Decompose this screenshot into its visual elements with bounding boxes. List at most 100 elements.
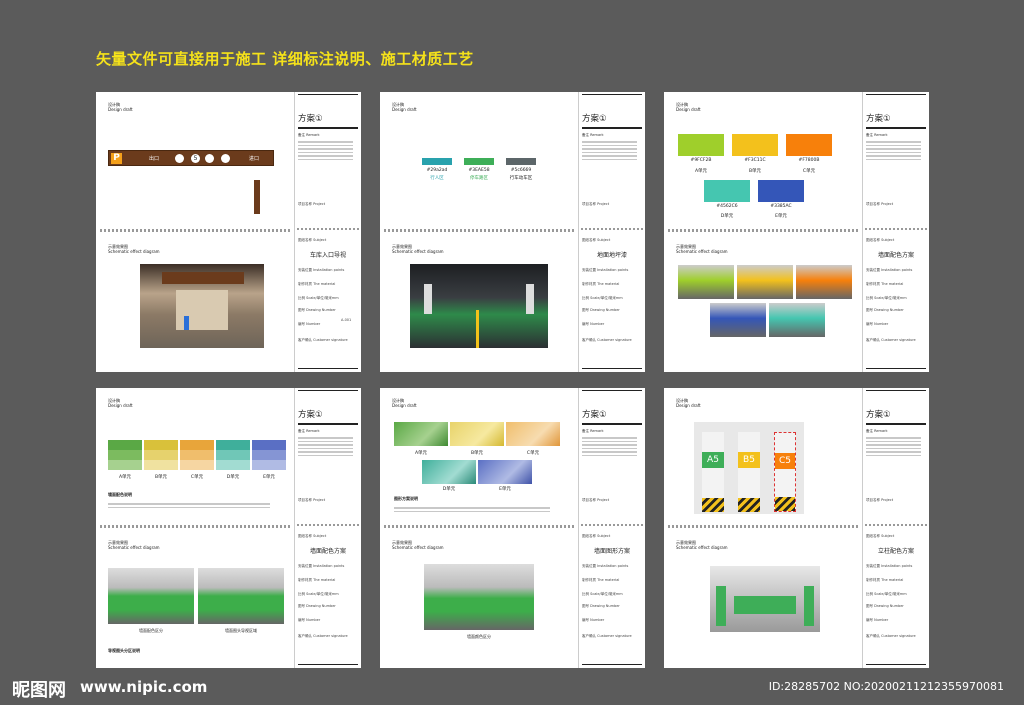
swatch-hex: #29a2ad [426,168,448,173]
remark-label: 备注 Remark [866,429,888,433]
drawing-number-label: 图号 Drawing Number [298,308,336,312]
signature-label: 客户确认 Customer signature [298,634,348,638]
parking-p-icon: P [111,153,122,164]
subject-label: 图纸名称 Subject [298,534,327,538]
pillar-c: C5 [774,432,796,512]
material-label: 制作材质 The material [298,578,336,582]
watermark-id: ID:28285702 NO:20200211212355970081 [768,680,1004,693]
plan-title: 方案① [866,112,926,129]
bottom-note: 导视图头分区说明 [108,648,140,653]
install-label: 安装位置 Installation points [582,564,629,568]
schematic-en: Schematic effect diagram [108,249,160,254]
sheet-wall-color-table: 设计稿 Design draft A单元 B单元 C单元 D单元 E单元 墙面配… [96,388,361,668]
design-draft-en: Design draft [108,403,133,408]
section-divider [100,229,290,232]
schematic-label: 示意效果图 Schematic effect diagram [392,244,444,254]
title-block-divider [297,228,359,230]
swatch-driving [506,158,536,165]
title-block-top-rule [298,390,358,391]
unit-d-label: D单元 [442,487,456,492]
scale-label: 比例 Scale/单位/毫米mm [298,592,339,596]
wall-photo-c [796,265,852,299]
schematic-en: Schematic effect diagram [392,545,444,550]
pillar-in-photo [716,586,726,626]
color-column-d [216,440,250,470]
drawing-number-label: 图号 Drawing Number [866,604,904,608]
wall-photo-b [737,265,793,299]
graphic-d-panel [422,460,476,484]
note-title: 图形方案说明 [394,496,418,501]
graphic-a-panel [394,422,448,446]
no-entry-icon [175,154,184,163]
pillar-elevation: A5 B5 C5 [694,422,804,514]
title-block-bottom-rule [582,663,642,665]
remark-lines [298,141,358,160]
swatch-hex: #3EAE58 [468,168,490,173]
schematic-en: Schematic effect diagram [108,545,160,550]
remark-lines [582,437,642,456]
exit-label: 出口 [149,156,160,162]
unit-a-panel [678,134,724,156]
unit-a-label: A单元 [118,475,132,480]
title-block: 方案① 备注 Remark 项目名称 Project 图纸名称 Subject … [294,92,361,372]
height-limit-icon [205,154,214,163]
signature-label: 客户确认 Customer signature [866,634,916,638]
design-draft-label: 设计稿 Design draft [108,398,133,408]
title-block-top-rule [582,94,642,95]
schematic-label: 示意效果图 Schematic effect diagram [392,540,444,550]
swatch-name: 行车动车区 [509,176,533,181]
project-label: 项目名称 Project [298,498,326,502]
pillar-a: A5 [702,432,724,512]
install-label: 安装位置 Installation points [866,564,913,568]
unit-c-hex: #F7800B [798,158,820,163]
note-lines [108,501,284,510]
design-draft-label: 设计稿 Design draft [392,102,417,112]
color-column-b [144,440,178,470]
material-label: 制作材质 The material [866,578,904,582]
material-label: 制作材质 The material [298,282,336,286]
speed-limit-icon: 5 [191,154,200,163]
unit-b-panel [732,134,778,156]
install-label: 安装位置 Installation points [866,268,913,272]
no-horn-icon [221,154,230,163]
hazard-stripes [702,498,724,512]
remark-label: 备注 Remark [298,429,320,433]
unit-e-label: E单元 [499,487,511,492]
graphic-panels: A单元 B单元 C单元 D单元 E单元 [394,422,564,492]
number-label: 编号 Number [866,618,889,622]
number-label: 编号 Number [298,322,321,326]
swatch-hex: #5c6669 [510,168,532,173]
plan-title: 方案① [298,112,358,129]
unit-e-hex: #3385AC [770,204,792,209]
pillar-b-label: B5 [738,452,760,468]
unit-b-label: B单元 [470,451,484,456]
title-block-divider [581,228,643,230]
install-label: 安装位置 Installation points [298,268,345,272]
number-label: 编号 Number [298,618,321,622]
title-block-divider [297,524,359,526]
section-divider [384,229,574,232]
unit-d-label: D单元 [720,214,734,219]
swatch-name: 停车路区 [470,176,488,181]
pillar [424,284,432,314]
title-block: 方案① 备注 Remark 项目名称 Project 图纸名称 Subject … [294,388,361,668]
project-label: 项目名称 Project [866,498,894,502]
unit-b-label: B单元 [748,169,762,174]
title-block-bottom-rule [866,663,926,665]
schematic-en: Schematic effect diagram [676,249,728,254]
title-block: 方案① 备注 Remark 项目名称 Project 图纸名称 Subject … [862,388,929,668]
pillar-c-label: C5 [775,453,795,469]
scale-label: 比例 Scale/单位/毫米mm [582,592,623,596]
design-draft-label: 设计稿 Design draft [392,398,417,408]
signature-label: 客户确认 Customer signature [298,338,348,342]
wall-photo-a [678,265,734,299]
design-draft-en: Design draft [392,107,417,112]
subject-title: 地面地坪漆 [596,252,627,259]
swatch-pedestrian [422,158,452,165]
plan-title: 方案① [866,408,926,425]
schematic-en: Schematic effect diagram [676,545,728,550]
unit-e-label: E单元 [775,214,787,219]
remark-label: 备注 Remark [582,133,604,137]
pillar [526,284,534,314]
swatch-name: 行人区 [430,176,444,181]
